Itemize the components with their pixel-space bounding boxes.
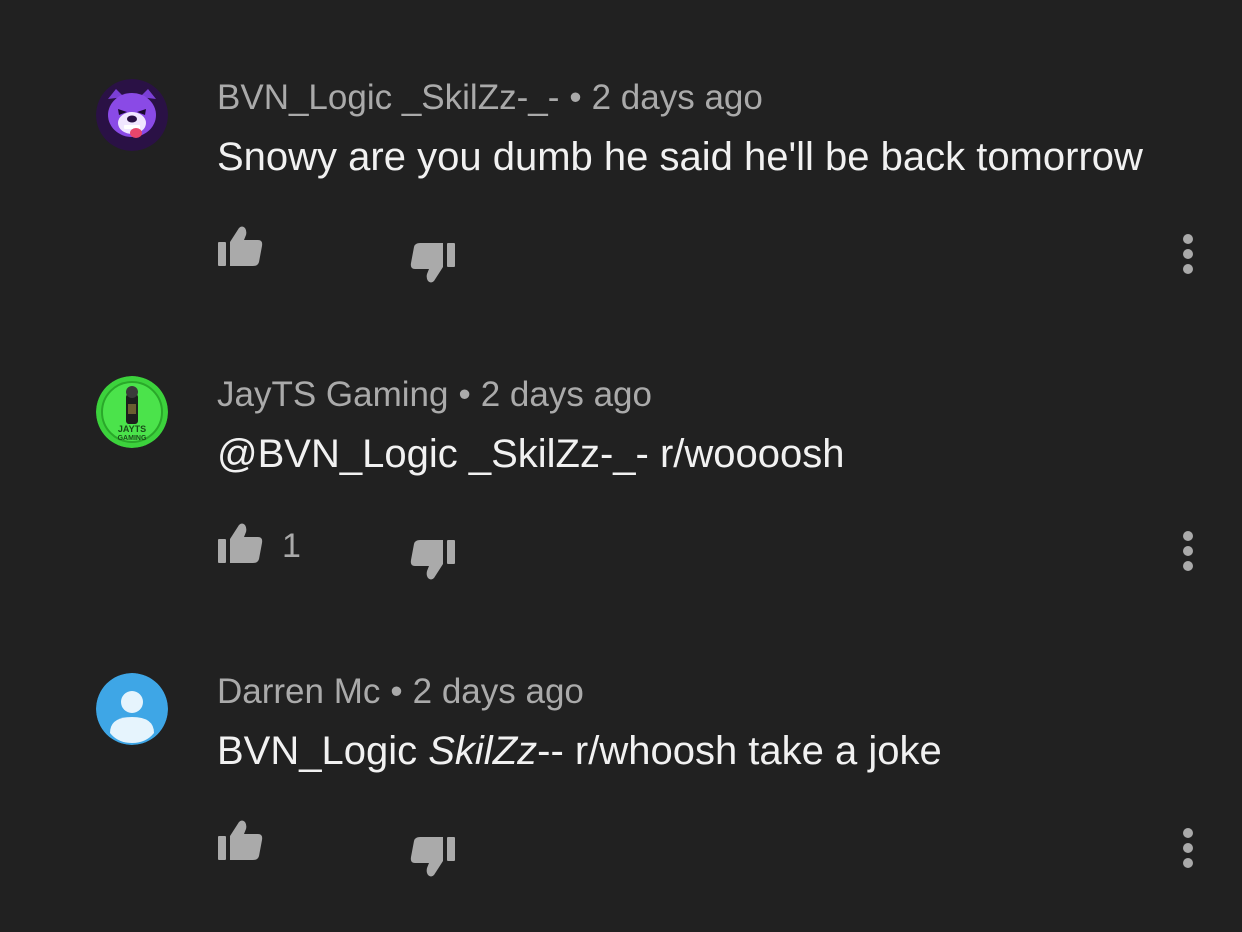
separator-dot: • [569, 78, 582, 117]
comment-time: 2 days ago [591, 78, 763, 117]
comment-text-part: -- r/whoosh take a joke [537, 729, 942, 773]
like-count: 1 [282, 527, 301, 565]
thumbs-up-icon [218, 226, 263, 266]
comment-item: BVN_Logic _SkilZz-_- • 2 days ago Snowy ar… [0, 0, 1242, 297]
comment-text-part: BVN_Logic [217, 729, 429, 773]
comment-text: Snowy are you dumb he said he'll be back… [217, 135, 1143, 179]
more-vert-icon [1183, 828, 1193, 868]
more-vert-icon [1183, 234, 1193, 274]
default-user-icon [96, 673, 168, 745]
more-options-button[interactable] [1168, 527, 1208, 575]
comment-author[interactable]: Darren Mc [217, 672, 380, 711]
separator-dot: • [458, 375, 471, 414]
avatar[interactable] [96, 79, 168, 151]
like-button[interactable] [215, 222, 267, 274]
dislike-button[interactable] [406, 532, 458, 584]
like-button[interactable] [215, 519, 267, 571]
avatar-label-line2: GAMING [118, 435, 147, 442]
thumbs-up-icon [218, 523, 263, 563]
dislike-button[interactable] [406, 829, 458, 881]
separator-dot: • [390, 672, 403, 711]
purple-bear-logo-icon [96, 79, 168, 151]
like-button[interactable] [215, 816, 267, 868]
avatar[interactable]: JAYTS GAMING [96, 376, 168, 448]
comment-text: @BVN_Logic _SkilZz-_- r/woooosh [217, 432, 845, 476]
comment-meta: Darren Mc • 2 days ago [217, 671, 584, 713]
comment-text-italic: SkilZz [428, 729, 538, 773]
more-options-button[interactable] [1168, 230, 1208, 278]
comment-text: BVN_Logic SkilZz-- r/whoosh take a joke [217, 727, 942, 775]
comment-item: Darren Mc • 2 days ago BVN_Logic SkilZz-- … [0, 594, 1242, 891]
avatar-label-line1: JAYTS [118, 424, 146, 434]
more-vert-icon [1183, 531, 1193, 571]
comment-item: JAYTS GAMING JayTS Gaming • 2 days ago @BV… [0, 297, 1242, 594]
thumbs-up-icon [218, 820, 263, 860]
comment-meta: BVN_Logic _SkilZz-_- • 2 days ago [217, 77, 763, 119]
comment-time: 2 days ago [480, 375, 652, 414]
comment-author[interactable]: JayTS Gaming [217, 375, 448, 414]
comment-meta: JayTS Gaming • 2 days ago [217, 374, 652, 416]
comment-time: 2 days ago [412, 672, 584, 711]
thumbs-down-icon [410, 243, 455, 283]
dislike-button[interactable] [406, 235, 458, 287]
more-options-button[interactable] [1168, 824, 1208, 872]
comment-author[interactable]: BVN_Logic _SkilZz-_- [217, 78, 559, 117]
avatar[interactable] [96, 673, 168, 745]
thumbs-down-icon [410, 837, 455, 877]
thumbs-down-icon [410, 540, 455, 580]
jayts-gaming-logo-icon: JAYTS GAMING [96, 376, 168, 448]
